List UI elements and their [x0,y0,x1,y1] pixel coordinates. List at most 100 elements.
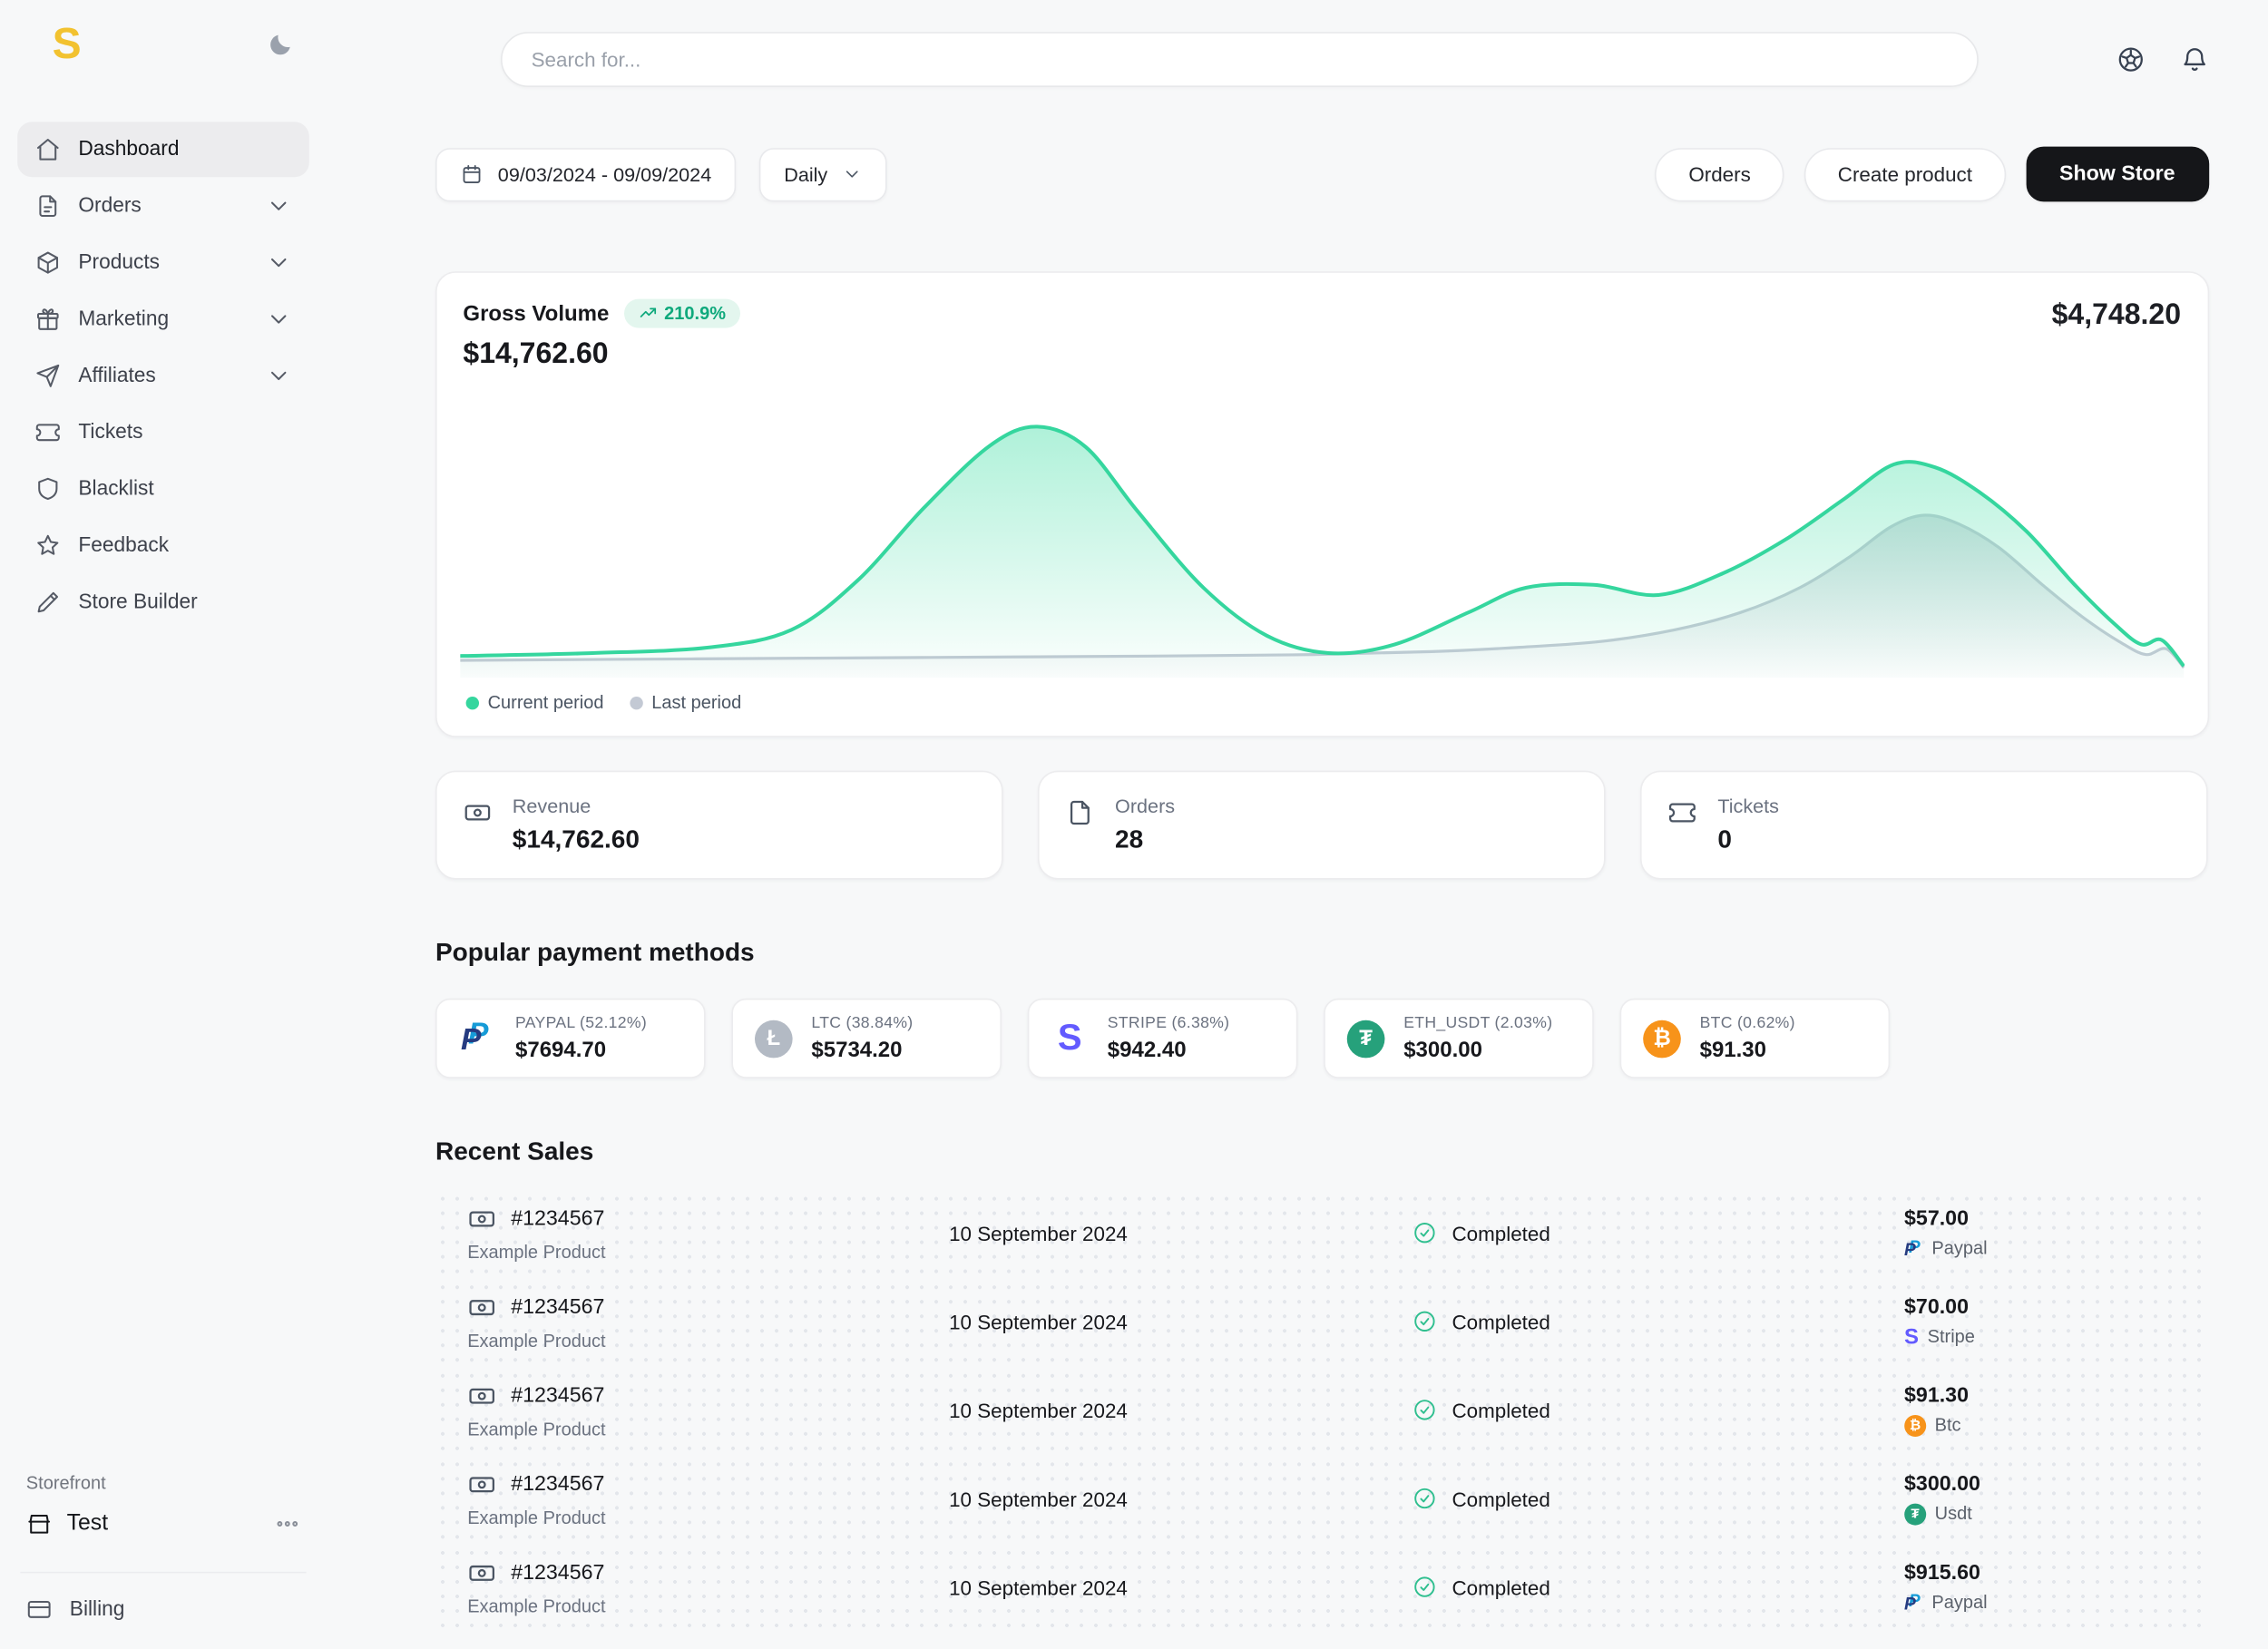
bitcoin-icon: ₿ [1904,1415,1926,1437]
storefront-label: Storefront [26,1473,307,1493]
create-product-button[interactable]: Create product [1804,148,2006,201]
order-date: 10 September 2024 [861,1222,1216,1245]
recent-sales-table: #1234567 Example Product 10 September 20… [435,1192,2208,1634]
litecoin-icon: Ł [755,1020,793,1058]
chart-legend: Current period Last period [460,678,2184,722]
sidebar-header: S [17,0,309,67]
date-range-picker[interactable]: 09/03/2024 - 09/09/2024 [435,148,736,201]
granularity-select[interactable]: Daily [759,148,887,201]
cash-icon [467,1469,496,1498]
trend-badge: 210.9% [623,299,740,328]
payment-method-label: BTC (0.62%) [1700,1015,1795,1032]
chevron-down-icon [266,307,292,333]
payment-method-card-eth-usdt: ₮ ETH_USDT (2.03%) $300.00 [1324,999,1594,1078]
paypal-icon: PP [461,1020,494,1059]
more-options-icon[interactable] [274,1511,300,1537]
gross-volume-title: Gross Volume [463,301,609,326]
method-label: Btc [1935,1415,1961,1435]
payment-method-label: ETH_USDT (2.03%) [1403,1015,1552,1032]
sidebar-item-label: Tickets [78,421,142,444]
dark-mode-toggle-moon-icon[interactable] [266,31,295,60]
check-circle-icon [1413,1310,1437,1334]
order-id: #1234567 [511,1561,604,1585]
search-input[interactable] [501,32,1978,87]
sidebar-item-label: Orders [78,194,141,218]
app: S Dashboard Orders Products Mar [0,0,2268,1649]
method-label: Usdt [1935,1504,1972,1524]
status-label: Completed [1452,1222,1550,1245]
legend-dot-current [466,697,479,709]
sidebar-item-billing[interactable]: Billing [20,1572,306,1628]
ticket-icon [34,419,61,445]
order-id: #1234567 [511,1207,604,1231]
payment-method-card-btc: ₿ BTC (0.62%) $91.30 [1620,999,1891,1078]
orders-file-icon [34,193,61,220]
chevron-down-icon [266,249,292,276]
sidebar-item-products[interactable]: Products [17,235,309,290]
table-row[interactable]: #1234567 Example Product 10 September 20… [435,1281,2208,1363]
brand-logo[interactable]: S [53,24,82,67]
orders-button[interactable]: Orders [1656,148,1784,201]
payment-method-label: LTC (38.84%) [811,1015,913,1032]
globe-icon[interactable] [2116,44,2145,73]
show-store-button[interactable]: Show Store [2026,147,2208,202]
sidebar-item-label: Store Builder [78,590,197,614]
table-row[interactable]: #1234567 Example Product 10 September 20… [435,1546,2208,1628]
bell-icon[interactable] [2179,44,2208,73]
paypal-icon: PP [1904,1592,1923,1614]
order-status: Completed [1216,1221,1747,1245]
tether-icon: ₮ [1904,1503,1926,1525]
check-circle-icon [1413,1221,1437,1245]
sidebar-item-affiliates[interactable]: Affiliates [17,348,309,404]
calendar-icon [460,163,484,187]
method-label: Stripe [1928,1327,1975,1347]
table-row[interactable]: #1234567 Example Product 10 September 20… [435,1369,2208,1451]
order-method: PP Paypal [1904,1592,2208,1614]
storefront-selector[interactable]: Test [20,1508,306,1540]
chevron-down-icon [842,164,862,184]
recent-sales-title: Recent Sales [435,1137,2208,1167]
table-row[interactable]: #1234567 Example Product 10 September 20… [435,1192,2208,1274]
payment-method-card-stripe: S STRIPE (6.38%) $942.40 [1028,999,1298,1078]
pencil-icon [34,590,61,616]
status-label: Completed [1452,1488,1550,1511]
granularity-value: Daily [784,163,827,185]
sidebar-item-label: Blacklist [78,477,153,501]
order-method: S Stripe [1904,1326,2208,1348]
ticket-icon [1668,798,1697,827]
payment-method-cards: PP PAYPAL (52.12%) $7694.70 Ł LTC (38.84… [435,999,2208,1078]
sidebar-item-label: Feedback [78,534,169,558]
sidebar-item-feedback[interactable]: Feedback [17,518,309,573]
payment-method-label: PAYPAL (52.12%) [515,1015,647,1032]
table-row[interactable]: #1234567 Example Product 10 September 20… [435,1458,2208,1540]
order-status: Completed [1216,1575,1747,1599]
method-label: Paypal [1931,1238,1987,1258]
chevron-down-icon [266,193,292,220]
toolbar: 09/03/2024 - 09/09/2024 Daily Orders Cre… [435,147,2208,202]
order-amount: $57.00 [1904,1207,2208,1231]
legend-last-period: Last period [630,693,741,713]
sidebar-item-orders[interactable]: Orders [17,179,309,234]
topbar [435,0,2208,118]
sidebar-item-tickets[interactable]: Tickets [17,405,309,460]
order-amount: $300.00 [1904,1473,2208,1497]
sidebar-item-dashboard[interactable]: Dashboard [17,122,309,177]
main-content: 09/03/2024 - 09/09/2024 Daily Orders Cre… [327,0,2268,1649]
cash-icon [467,1381,496,1410]
order-date: 10 September 2024 [861,1310,1216,1333]
sidebar-item-blacklist[interactable]: Blacklist [17,462,309,517]
payment-method-card-paypal: PP PAYPAL (52.12%) $7694.70 [435,999,706,1078]
stat-label: Tickets [1717,795,1779,817]
sidebar-item-marketing[interactable]: Marketing [17,292,309,347]
legend-label: Current period [488,693,604,713]
sidebar-item-store-builder[interactable]: Store Builder [17,575,309,630]
file-icon [1066,798,1095,827]
payment-method-value: $942.40 [1108,1038,1230,1062]
order-product: Example Product [467,1508,861,1527]
payment-method-label: STRIPE (6.38%) [1108,1015,1230,1032]
order-status: Completed [1216,1398,1747,1422]
legend-label: Last period [651,693,741,713]
tether-icon: ₮ [1347,1020,1385,1058]
bitcoin-icon: ₿ [1643,1020,1681,1058]
paypal-icon: PP [1904,1237,1923,1259]
